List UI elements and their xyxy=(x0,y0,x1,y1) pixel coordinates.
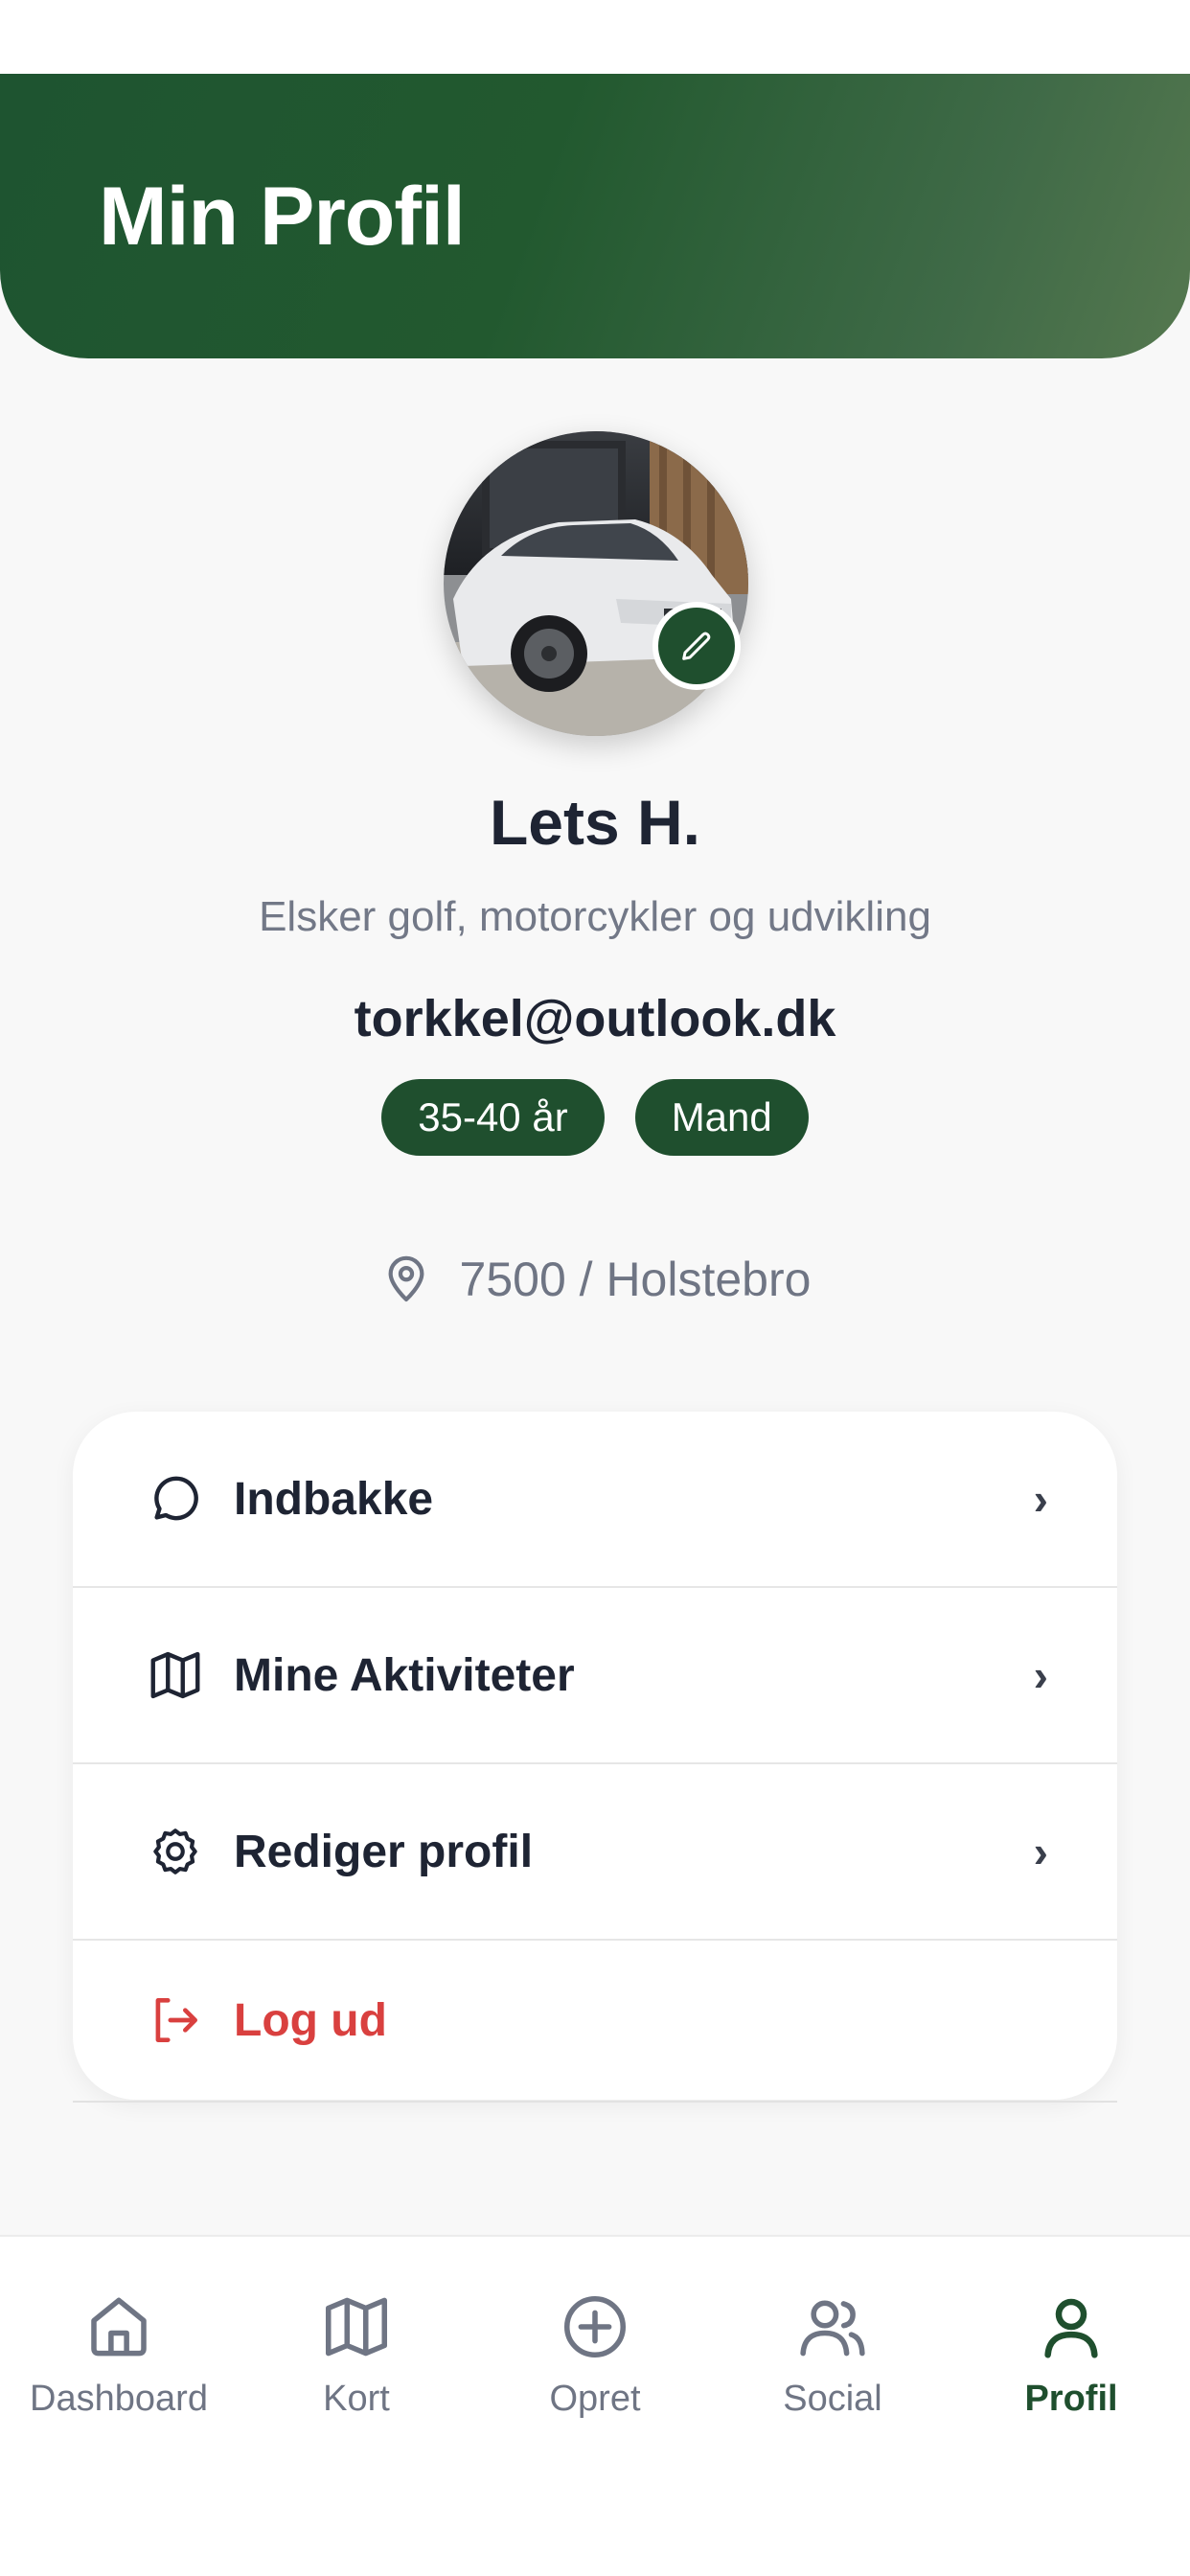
profile-name: Lets H. xyxy=(489,787,701,858)
chevron-right-icon: › xyxy=(1033,1650,1048,1700)
menu-item-label: Mine Aktiviteter xyxy=(234,1649,575,1701)
nav-label: Dashboard xyxy=(30,2379,208,2419)
menu-item-logout[interactable]: Log ud xyxy=(73,1941,1117,2100)
nav-item-social[interactable]: Social xyxy=(714,2287,951,2420)
profile-screen: Min Profil Lets H. Elsker golf, motorcyk… xyxy=(0,0,1190,2576)
chat-bubble-icon xyxy=(146,1469,205,1529)
plus-circle-icon xyxy=(555,2287,635,2367)
pencil-icon xyxy=(682,632,711,660)
profile-menu: Indbakke › Mine Aktiviteter › Rediger pr… xyxy=(73,1412,1117,2100)
profile-bio: Elsker golf, motorcykler og udvikling xyxy=(259,893,931,940)
avatar[interactable] xyxy=(444,431,748,736)
location-pin-icon xyxy=(388,1255,423,1302)
menu-item-label: Rediger profil xyxy=(234,1826,534,1877)
edit-avatar-button[interactable] xyxy=(652,602,741,690)
chevron-right-icon: › xyxy=(1033,1474,1048,1524)
menu-item-inbox[interactable]: Indbakke › xyxy=(73,1412,1117,1588)
age-badge: 35-40 år xyxy=(381,1079,605,1156)
chevron-right-icon: › xyxy=(1033,1827,1048,1876)
menu-item-activities[interactable]: Mine Aktiviteter › xyxy=(73,1588,1117,1764)
page-title: Min Profil xyxy=(99,171,466,263)
avatar-container xyxy=(444,431,748,736)
home-icon xyxy=(79,2287,159,2367)
gear-icon xyxy=(146,1822,205,1881)
profile-badges: 35-40 år Mand xyxy=(0,1079,1190,1156)
nav-item-dashboard[interactable]: Dashboard xyxy=(0,2287,238,2420)
logout-icon xyxy=(146,1990,205,2050)
user-icon xyxy=(1031,2287,1111,2367)
header-banner: Min Profil xyxy=(0,74,1190,358)
map-icon xyxy=(316,2287,397,2367)
nav-label: Kort xyxy=(323,2379,390,2419)
nav-label: Social xyxy=(783,2379,882,2419)
menu-item-label: Indbakke xyxy=(234,1473,434,1525)
nav-label: Opret xyxy=(549,2379,641,2419)
users-icon xyxy=(792,2287,873,2367)
nav-item-create[interactable]: Opret xyxy=(476,2287,714,2420)
profile-email: torkkel@outlook.dk xyxy=(354,990,836,1047)
nav-item-map[interactable]: Kort xyxy=(238,2287,475,2420)
menu-item-edit-profile[interactable]: Rediger profil › xyxy=(73,1764,1117,1941)
bottom-navigation: Dashboard Kort Opret Social Profil xyxy=(0,2235,1190,2576)
map-icon xyxy=(146,1645,205,1705)
profile-location: 7500 / Holstebro xyxy=(0,1252,1190,1307)
location-text: 7500 / Holstebro xyxy=(459,1253,812,1306)
menu-item-label: Log ud xyxy=(234,1994,387,2046)
avatar-photo xyxy=(444,431,748,736)
nav-label: Profil xyxy=(1024,2379,1118,2419)
gender-badge: Mand xyxy=(634,1079,809,1156)
divider xyxy=(73,2101,1117,2103)
status-bar-area xyxy=(0,0,1190,74)
nav-item-profile[interactable]: Profil xyxy=(952,2287,1190,2420)
